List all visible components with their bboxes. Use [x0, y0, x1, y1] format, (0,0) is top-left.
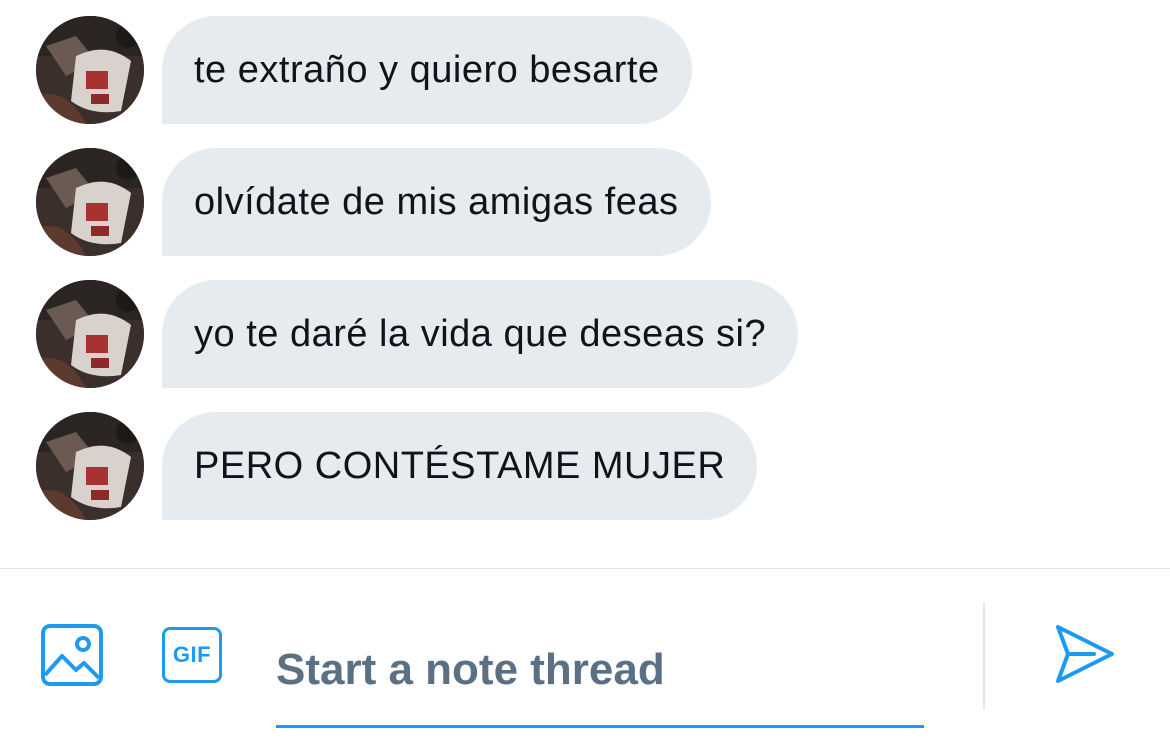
message-bubble[interactable]: yo te daré la vida que deseas si? — [162, 280, 799, 388]
message-text: yo te daré la vida que deseas si? — [194, 312, 767, 355]
input-focus-underline — [276, 725, 924, 728]
avatar-photo — [36, 148, 144, 256]
send-icon — [1056, 625, 1114, 683]
composer-separator — [983, 602, 985, 710]
add-media-button[interactable] — [38, 621, 106, 689]
message-bubble[interactable]: te extraño y quiero besarte — [162, 16, 692, 124]
avatar-photo — [36, 16, 144, 124]
message-row: olvídate de mis amigas feas — [0, 148, 1170, 256]
note-thread-input[interactable] — [276, 615, 924, 725]
message-text: olvídate de mis amigas feas — [194, 180, 679, 223]
gif-label: GIF — [172, 642, 212, 667]
message-text: te extraño y quiero besarte — [194, 48, 660, 91]
add-gif-button[interactable]: GIF — [157, 623, 227, 687]
avatar[interactable] — [36, 280, 144, 388]
message-row: te extraño y quiero besarte — [0, 16, 1170, 124]
avatar[interactable] — [36, 148, 144, 256]
send-button[interactable] — [1050, 621, 1120, 687]
message-text: PERO CONTÉSTAME MUJER — [194, 444, 726, 487]
avatar-photo — [36, 280, 144, 388]
message-row: PERO CONTÉSTAME MUJER — [0, 412, 1170, 520]
image-icon — [41, 624, 103, 686]
message-row: yo te daré la vida que deseas si? — [0, 280, 1170, 388]
message-list: te extraño y quiero besarte olvídate de … — [0, 0, 1170, 568]
avatar[interactable] — [36, 412, 144, 520]
avatar-photo — [36, 412, 144, 520]
gif-icon: GIF — [162, 627, 222, 683]
avatar[interactable] — [36, 16, 144, 124]
message-bubble[interactable]: PERO CONTÉSTAME MUJER — [162, 412, 758, 520]
dm-conversation-screen: te extraño y quiero besarte olvídate de … — [0, 0, 1170, 741]
message-bubble[interactable]: olvídate de mis amigas feas — [162, 148, 711, 256]
message-composer: GIF — [0, 569, 1170, 741]
